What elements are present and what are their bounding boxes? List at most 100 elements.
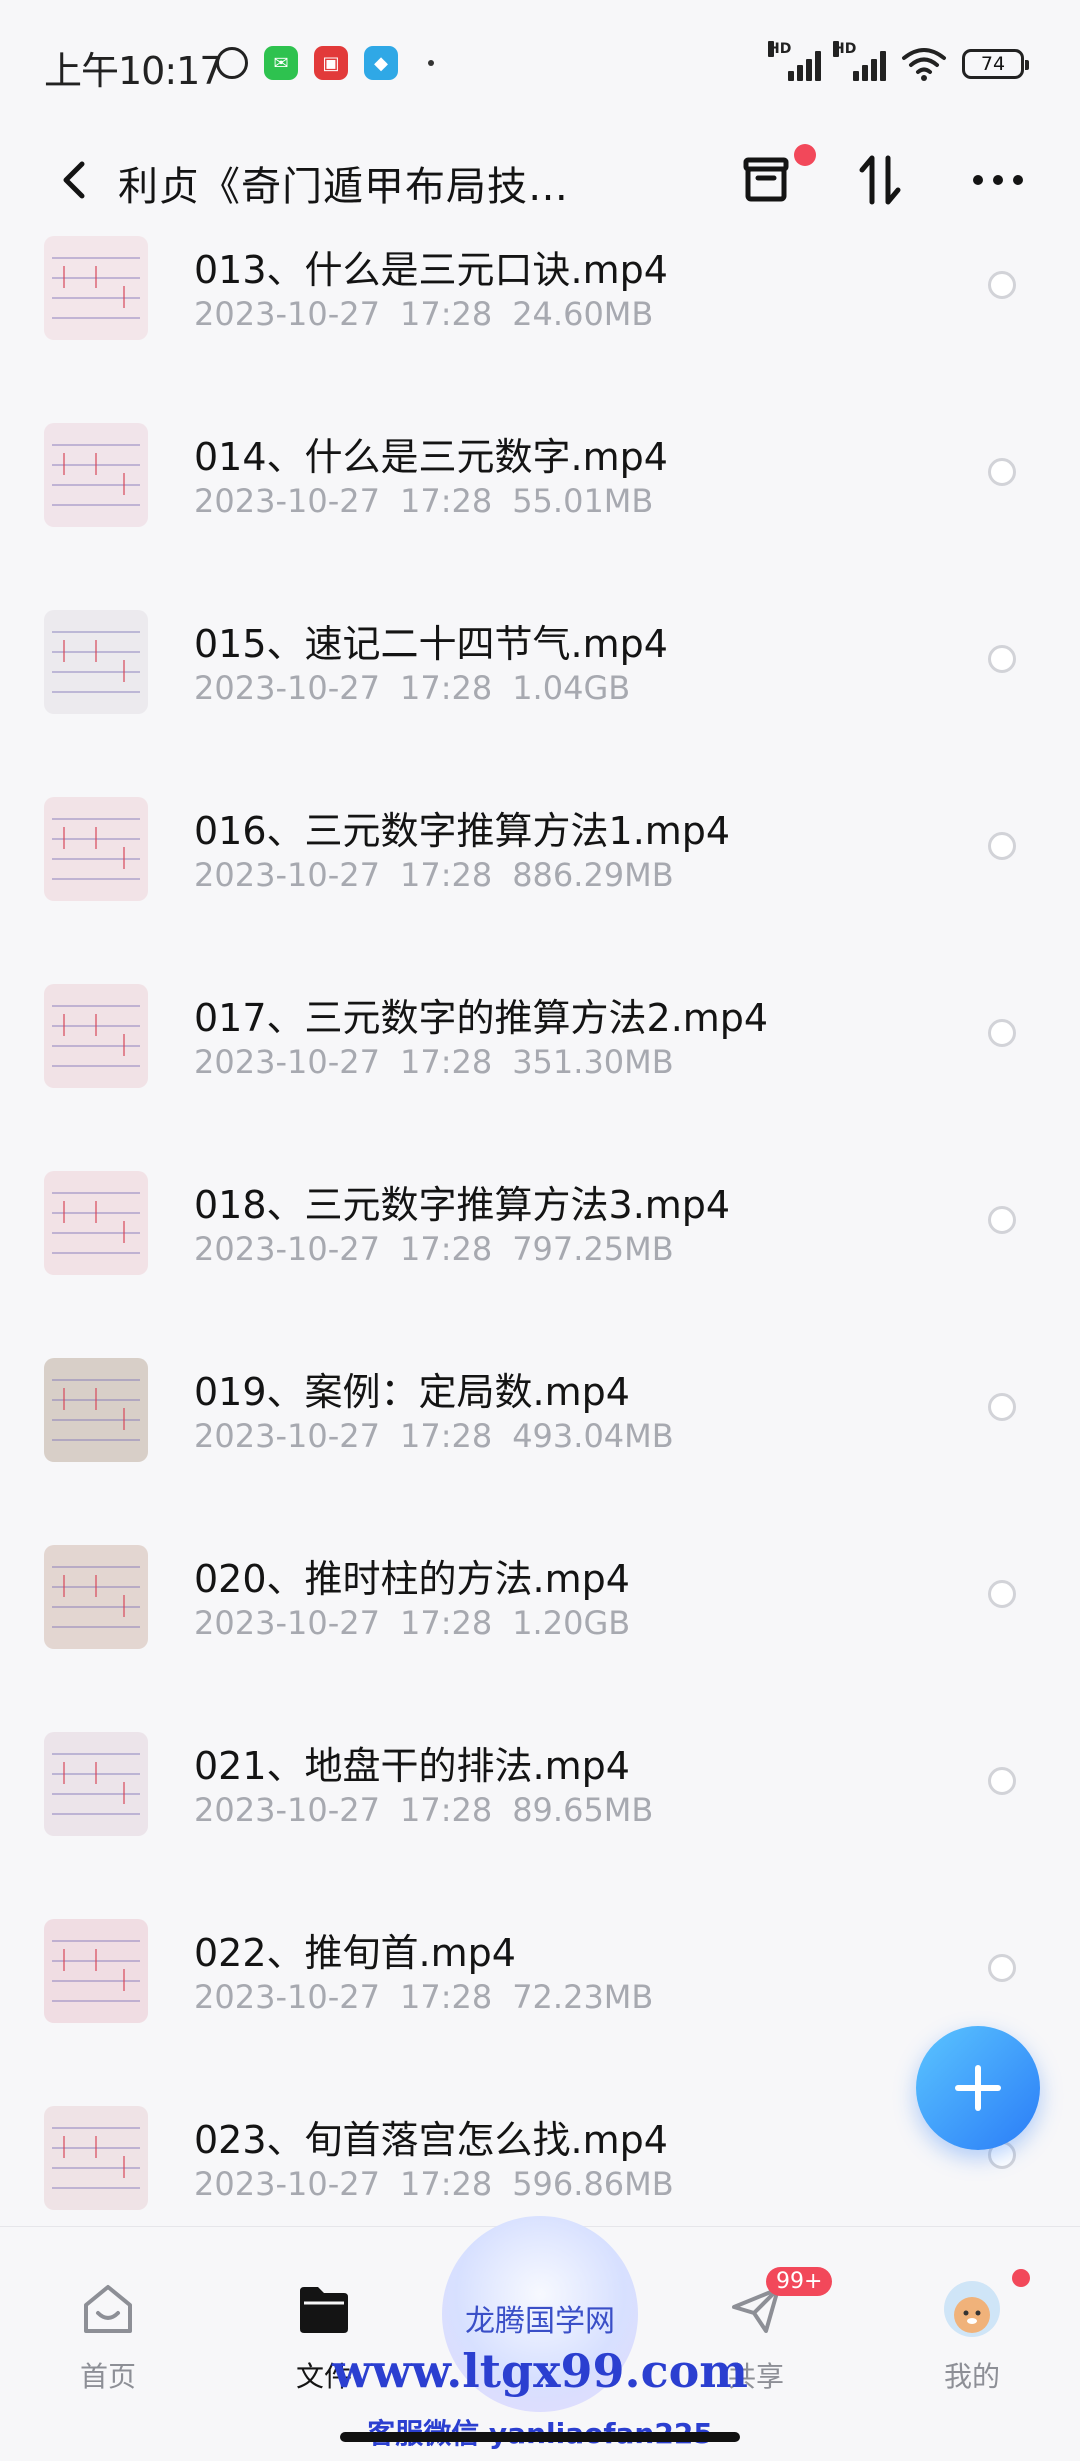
file-size: 596.86MB xyxy=(512,2165,674,2203)
wifi-icon xyxy=(902,48,946,81)
chevron-left-icon[interactable] xyxy=(44,150,104,210)
file-name: 019、案例：定局数.mp4 xyxy=(194,1370,630,1414)
file-time: 17:28 xyxy=(399,1043,493,1081)
select-radio[interactable] xyxy=(988,832,1016,860)
status-app-icons: ✉ ▣ ◆ xyxy=(216,46,434,80)
file-row[interactable]: 014、什么是三元数字.mp4 2023-10-27 17:28 55.01MB xyxy=(0,378,1080,565)
status-right: HD HD 74 xyxy=(768,41,1029,82)
sort-button[interactable] xyxy=(842,142,918,218)
header-bar: 利贞《奇门遁甲布局技… xyxy=(0,130,1080,230)
select-radio[interactable] xyxy=(988,1954,1016,1982)
file-row[interactable]: 016、三元数字推算方法1.mp4 2023-10-27 17:28 886.29MB xyxy=(0,752,1080,939)
file-name: 015、速记二十四节气.mp4 xyxy=(194,622,668,666)
file-size: 493.04MB xyxy=(512,1417,674,1455)
file-date: 2023-10-27 xyxy=(194,1043,380,1081)
file-meta: 2023-10-27 17:28 1.20GB xyxy=(194,1604,630,1642)
file-name: 022、推旬首.mp4 xyxy=(194,1931,516,1975)
file-size: 1.04GB xyxy=(512,669,631,707)
select-radio[interactable] xyxy=(988,1206,1016,1234)
video-thumbnail xyxy=(44,1171,148,1275)
sort-arrows-icon xyxy=(859,155,901,205)
file-name: 013、什么是三元口诀.mp4 xyxy=(194,248,668,292)
battery-level: 74 xyxy=(980,53,1006,75)
select-radio[interactable] xyxy=(988,1019,1016,1047)
video-thumbnail xyxy=(44,236,148,340)
select-radio[interactable] xyxy=(988,1393,1016,1421)
file-date: 2023-10-27 xyxy=(194,295,380,333)
file-name: 016、三元数字推算方法1.mp4 xyxy=(194,809,731,853)
file-date: 2023-10-27 xyxy=(194,1604,380,1642)
file-meta: 2023-10-27 17:28 55.01MB xyxy=(194,482,653,520)
file-row[interactable]: 015、速记二十四节气.mp4 2023-10-27 17:28 1.04GB xyxy=(0,565,1080,752)
video-thumbnail xyxy=(44,1919,148,2023)
file-time: 17:28 xyxy=(399,1417,493,1455)
file-name: 018、三元数字推算方法3.mp4 xyxy=(194,1183,731,1227)
notification-dot xyxy=(794,144,816,166)
page-title: 利贞《奇门遁甲布局技… xyxy=(118,164,569,210)
file-size: 89.65MB xyxy=(512,1791,654,1829)
file-date: 2023-10-27 xyxy=(194,2165,380,2203)
file-meta: 2023-10-27 17:28 351.30MB xyxy=(194,1043,674,1081)
file-row[interactable]: 017、三元数字的推算方法2.mp4 2023-10-27 17:28 351.30M… xyxy=(0,939,1080,1126)
battery-icon: 74 xyxy=(962,49,1029,79)
file-row[interactable]: 021、地盘干的排法.mp4 2023-10-27 17:28 89.65MB xyxy=(0,1687,1080,1874)
file-name: 021、地盘干的排法.mp4 xyxy=(194,1744,630,1788)
file-list[interactable]: 013、什么是三元口诀.mp4 2023-10-27 17:28 24.60MB 014… xyxy=(0,230,1080,2230)
file-size: 1.20GB xyxy=(512,1604,631,1642)
home-indicator[interactable] xyxy=(340,2432,740,2442)
file-size: 55.01MB xyxy=(512,482,654,520)
file-meta: 2023-10-27 17:28 797.25MB xyxy=(194,1230,674,1268)
more-dots-icon xyxy=(973,175,1023,185)
file-name: 023、旬首落宫怎么找.mp4 xyxy=(194,2118,668,2162)
select-radio[interactable] xyxy=(988,271,1016,299)
file-time: 17:28 xyxy=(399,295,493,333)
hd-label-2: HD xyxy=(833,41,857,57)
file-time: 17:28 xyxy=(399,482,493,520)
file-date: 2023-10-27 xyxy=(194,1417,380,1455)
file-date: 2023-10-27 xyxy=(194,1230,380,1268)
file-row[interactable]: 019、案例：定局数.mp4 2023-10-27 17:28 493.04MB xyxy=(0,1313,1080,1500)
file-row[interactable]: 022、推旬首.mp4 2023-10-27 17:28 72.23MB xyxy=(0,1874,1080,2061)
file-row[interactable]: 020、推时柱的方法.mp4 2023-10-27 17:28 1.20GB xyxy=(0,1500,1080,1687)
file-date: 2023-10-27 xyxy=(194,482,380,520)
file-meta: 2023-10-27 17:28 72.23MB xyxy=(194,1978,653,2016)
alarm-icon xyxy=(216,47,248,79)
video-thumbnail xyxy=(44,2106,148,2210)
file-date: 2023-10-27 xyxy=(194,669,380,707)
file-size: 24.60MB xyxy=(512,295,654,333)
file-time: 17:28 xyxy=(399,669,493,707)
select-radio[interactable] xyxy=(988,1580,1016,1608)
share-badge: 99+ xyxy=(766,2267,833,2296)
file-time: 17:28 xyxy=(399,1978,493,2016)
file-time: 17:28 xyxy=(399,2165,493,2203)
plus-icon xyxy=(955,2065,1001,2111)
file-row[interactable]: 013、什么是三元口诀.mp4 2023-10-27 17:28 24.60MB xyxy=(0,230,1080,378)
video-thumbnail xyxy=(44,610,148,714)
file-date: 2023-10-27 xyxy=(194,1791,380,1829)
file-meta: 2023-10-27 17:28 493.04MB xyxy=(194,1417,674,1455)
wechat-icon: ✉ xyxy=(264,46,298,80)
video-thumbnail xyxy=(44,1732,148,1836)
file-size: 797.25MB xyxy=(512,1230,674,1268)
archive-button[interactable] xyxy=(728,142,816,218)
file-row[interactable]: 018、三元数字推算方法3.mp4 2023-10-27 17:28 797.25MB xyxy=(0,1126,1080,1313)
file-meta: 2023-10-27 17:28 24.60MB xyxy=(194,295,653,333)
file-time: 17:28 xyxy=(399,1604,493,1642)
add-button[interactable] xyxy=(916,2026,1040,2150)
blue-app-icon: ◆ xyxy=(364,46,398,80)
status-bar: 上午10:17 ✉ ▣ ◆ HD HD 74 xyxy=(0,0,1080,130)
archive-box-icon xyxy=(743,157,789,202)
select-radio[interactable] xyxy=(988,645,1016,673)
more-button[interactable] xyxy=(960,142,1036,218)
file-size: 886.29MB xyxy=(512,856,674,894)
file-date: 2023-10-27 xyxy=(194,856,380,894)
file-name: 020、推时柱的方法.mp4 xyxy=(194,1557,630,1601)
file-date: 2023-10-27 xyxy=(194,1978,380,2016)
video-thumbnail xyxy=(44,423,148,527)
file-meta: 2023-10-27 17:28 1.04GB xyxy=(194,669,630,707)
file-name: 017、三元数字的推算方法2.mp4 xyxy=(194,996,769,1040)
video-thumbnail xyxy=(44,1358,148,1462)
select-radio[interactable] xyxy=(988,1767,1016,1795)
file-size: 351.30MB xyxy=(512,1043,674,1081)
select-radio[interactable] xyxy=(988,458,1016,486)
